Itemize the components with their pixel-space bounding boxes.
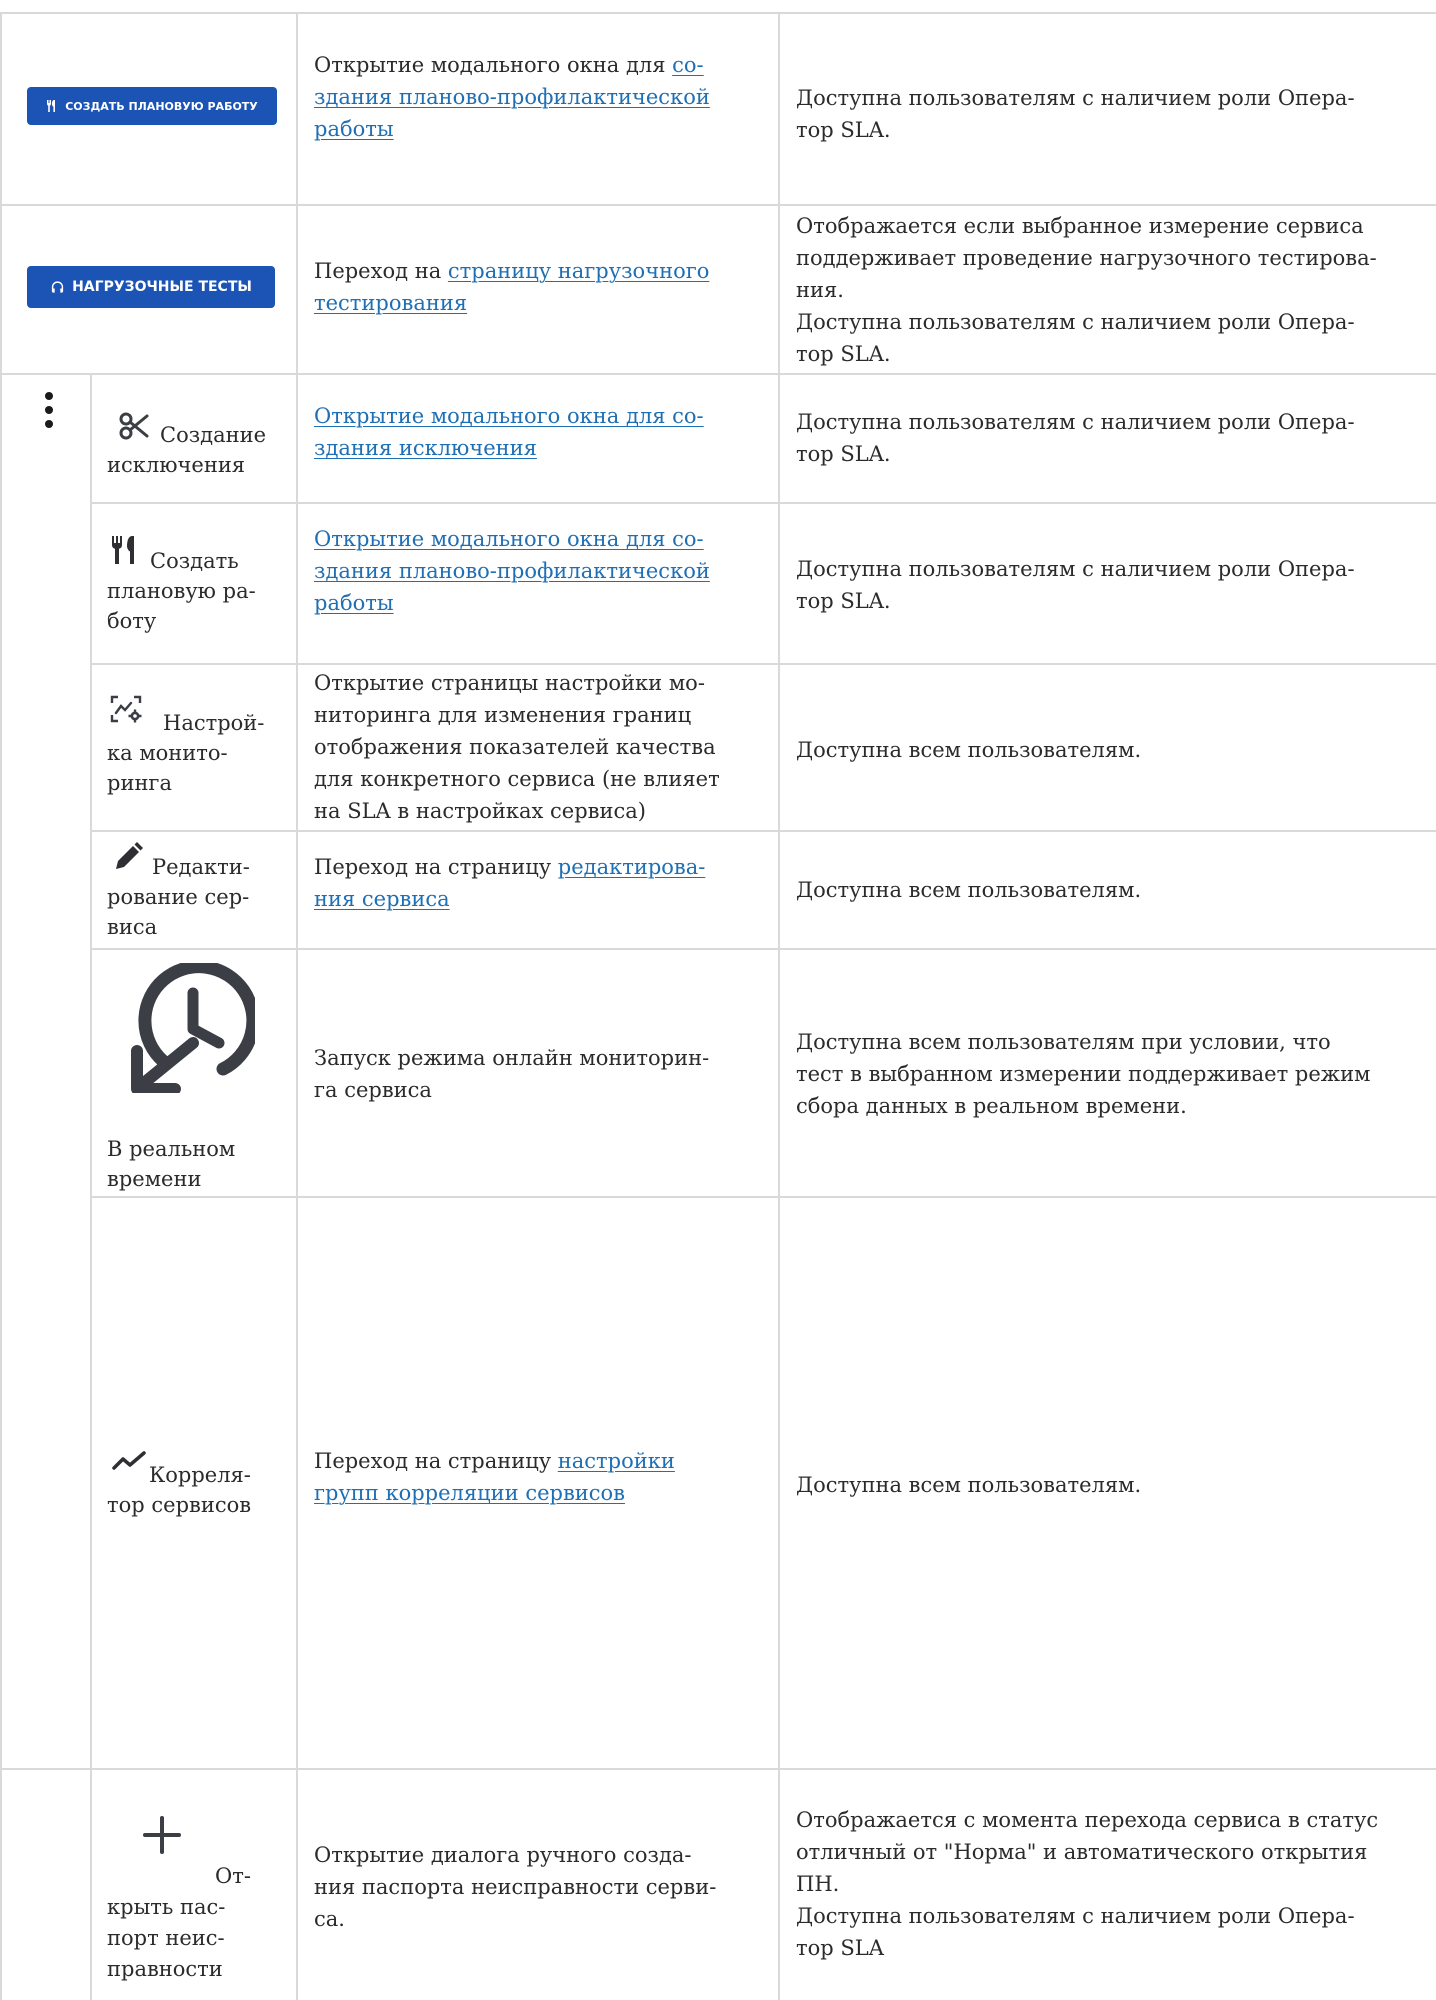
plus-icon xyxy=(143,1816,181,1854)
row9-availability: Отображается с момента перехода сервиса … xyxy=(796,1808,1379,1960)
row7-availability: Доступна всем пользователям при условии,… xyxy=(796,1030,1371,1118)
create-planned-work-menu-item[interactable]: Создать плановую ра-боту xyxy=(107,546,287,636)
row5-availability: Доступна всем пользователям. xyxy=(796,738,1142,762)
row2-description: Переход на страницу нагрузочного тестиров… xyxy=(314,259,710,315)
row6-description: Переход на страницу редактирова-ния серв… xyxy=(314,855,706,911)
load-tests-label: НАГРУЗОЧНЫЕ ТЕСТЫ xyxy=(72,279,252,295)
link-create-exception[interactable]: Открытие модального окна для со-здания и… xyxy=(314,404,704,460)
row8-availability: Доступна всем пользователям. xyxy=(796,1473,1142,1497)
row6-availability: Доступна всем пользователям. xyxy=(796,878,1142,902)
row1-description: Открытие модального окна для со-здания п… xyxy=(314,53,710,141)
row4-description: Открытие модального окна для со-здания п… xyxy=(314,523,769,619)
row5-description: Открытие страницы настройки мо-ниторинга… xyxy=(314,671,720,823)
row8-description: Переход на страницу настройки групп корре… xyxy=(314,1449,675,1505)
row1-availability: Доступна пользователям с наличием роли О… xyxy=(796,86,1355,142)
load-tests-button[interactable]: НАГРУЗОЧНЫЕ ТЕСТЫ xyxy=(27,266,275,308)
realtime-menu-item[interactable]: В реальном времени xyxy=(107,1134,287,1194)
headset-icon xyxy=(51,280,64,293)
row7-description: Запуск режима онлайн мониторин-га сервис… xyxy=(314,1046,710,1102)
tools-icon xyxy=(47,100,56,112)
monitoring-settings-menu-item[interactable]: Настрой-ка монито-ринга xyxy=(107,708,287,798)
edit-service-menu-item[interactable]: Редакти-рование сер-виса xyxy=(107,852,287,942)
row2-availability: Отображается если выбранное измерение се… xyxy=(796,214,1377,366)
realtime-clock-icon xyxy=(131,963,255,1093)
row3-description: Открытие модального окна для со-здания и… xyxy=(314,400,769,464)
open-fault-passport-menu-item[interactable]: От-крыть пас-порт неис-правности xyxy=(107,1861,287,1985)
row9-description: Открытие диалога ручного созда-ния паспо… xyxy=(314,1843,717,1931)
kebab-menu-icon[interactable] xyxy=(43,391,55,429)
row3-availability: Доступна пользователям с наличием роли О… xyxy=(796,410,1355,466)
create-exception-menu-item[interactable]: Создание исключения xyxy=(107,420,287,480)
link-create-planned-work-2[interactable]: Открытие модального окна для со-здания п… xyxy=(314,527,710,615)
correlator-menu-item[interactable]: Корреля-тор сервисов xyxy=(107,1460,287,1520)
row4-availability: Доступна пользователям с наличием роли О… xyxy=(796,557,1355,613)
create-planned-work-label: СОЗДАТЬ ПЛАНОВУЮ РАБОТУ xyxy=(65,99,258,113)
create-planned-work-button[interactable]: СОЗДАТЬ ПЛАНОВУЮ РАБОТУ xyxy=(27,87,277,125)
